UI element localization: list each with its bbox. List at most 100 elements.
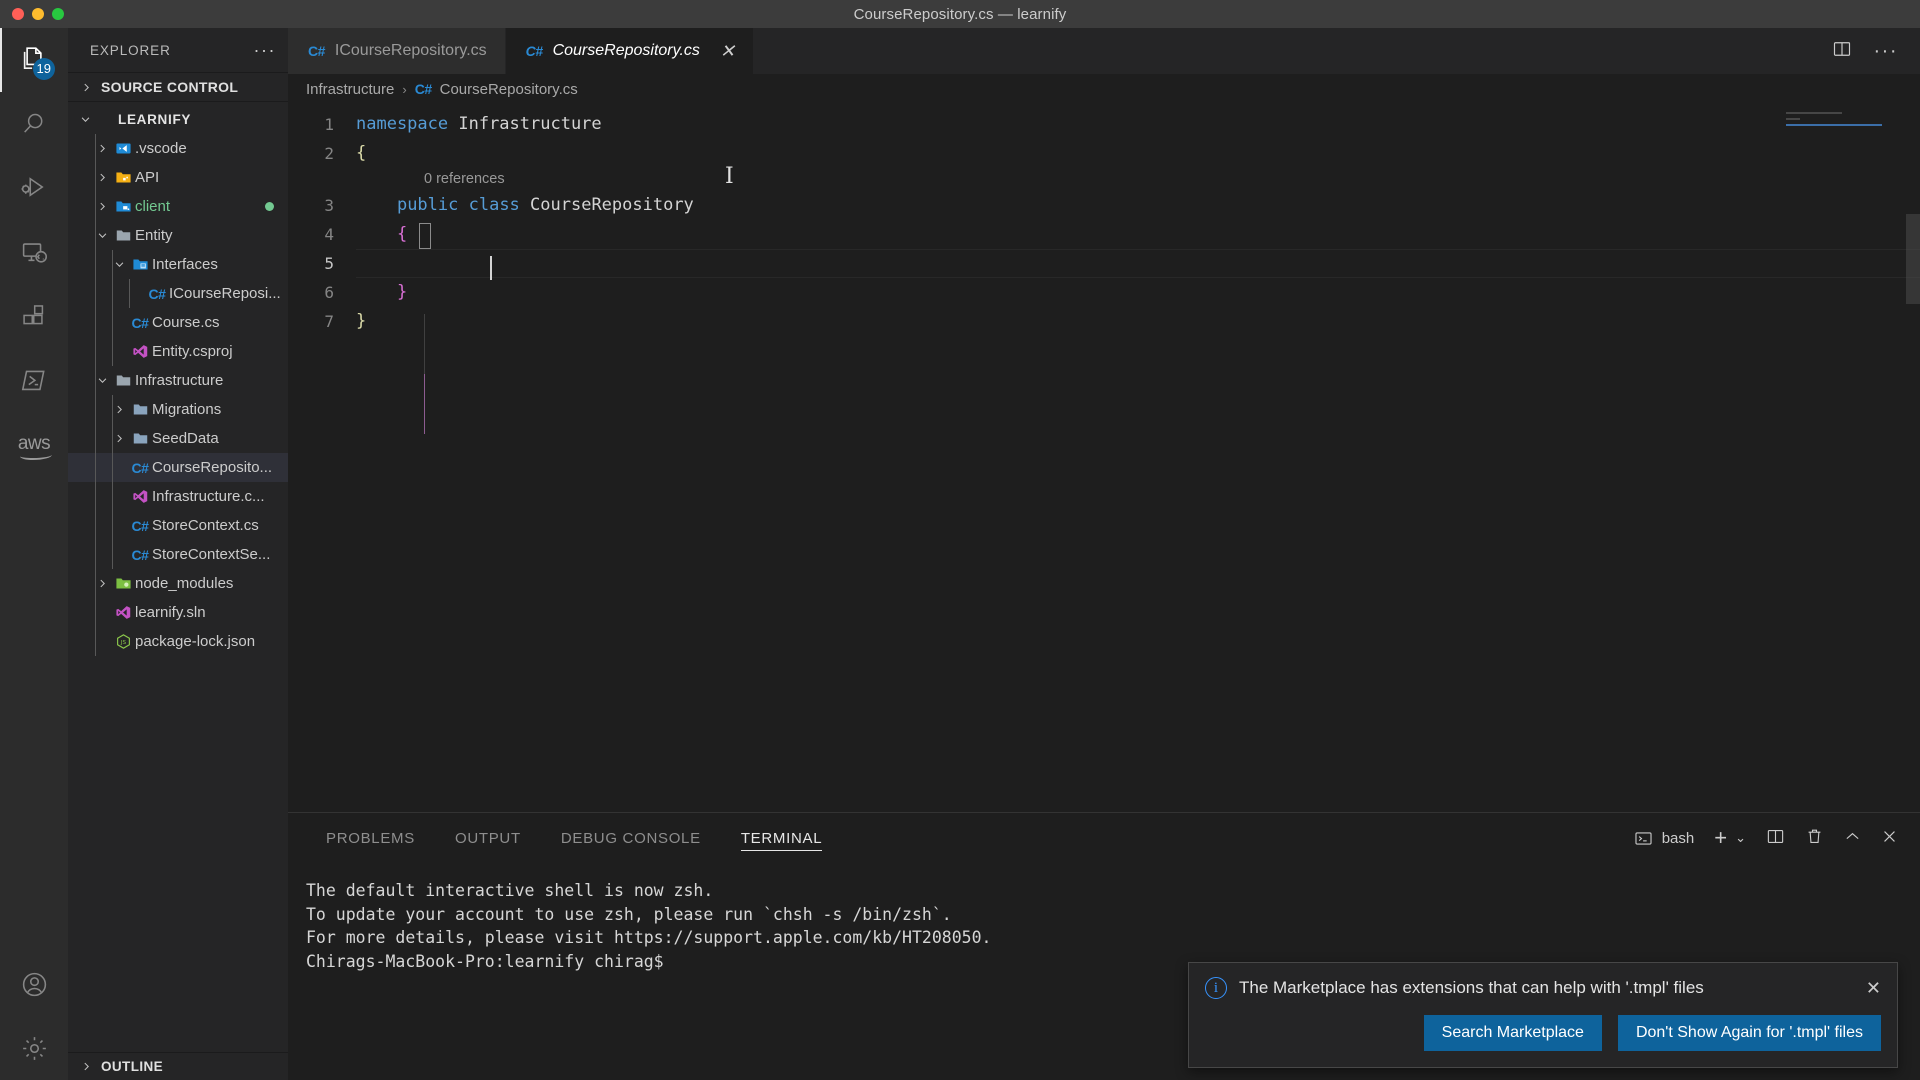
panel-tab-terminal[interactable]: TERMINAL — [721, 813, 842, 863]
tree-item-api[interactable]: API — [68, 163, 288, 192]
code-line-3[interactable]: 3 public class CourseRepository — [288, 191, 1920, 220]
tree-item-coursereposito[interactable]: C# CourseReposito... — [68, 453, 288, 482]
explorer-more-actions-button[interactable]: ··· — [254, 41, 276, 59]
activity-bar-item-explorer[interactable]: 19 — [0, 28, 68, 92]
code-lens-references[interactable]: 0 references — [288, 168, 1920, 191]
activity-bar-item-terminal-profile[interactable] — [0, 348, 68, 412]
activity-bar-item-run-and-debug[interactable] — [0, 156, 68, 220]
interfaces-folder-icon — [128, 256, 152, 273]
window-title: CourseRepository.cs — learnify — [853, 5, 1067, 23]
editor-scrollbar[interactable] — [1906, 214, 1920, 304]
split-editor-icon — [1833, 41, 1850, 56]
tree-item-client[interactable]: client — [68, 192, 288, 221]
code-content[interactable]: 1 namespace Infrastructure 2{0 references 3… — [288, 104, 1920, 336]
search-marketplace-button[interactable]: Search Marketplace — [1423, 1015, 1602, 1051]
code-editor[interactable]: 1 namespace Infrastructure 2{0 references 3… — [288, 104, 1920, 812]
tree-item-infrastructure[interactable]: Infrastructure — [68, 366, 288, 395]
notification-toast: i The Marketplace has extensions that ca… — [1188, 962, 1898, 1068]
line-number: 4 — [324, 225, 334, 244]
nodejs-json-icon: JS — [111, 633, 135, 650]
tree-item-storecontextse[interactable]: C# StoreContextSe... — [68, 540, 288, 569]
editor-area: C# ICourseRepository.cs C# CourseReposit… — [288, 28, 1920, 1080]
active-indent-guide — [424, 374, 425, 434]
code-line-2[interactable]: 2{ — [288, 139, 1920, 168]
notification-close-button[interactable]: ✕ — [1866, 978, 1881, 999]
maximize-panel-button[interactable] — [1844, 828, 1861, 849]
file-tree[interactable]: LEARNIFY .vscode API client Entity Interfaces… — [68, 102, 288, 1052]
code-token: public — [396, 195, 469, 215]
tree-item-node-modules[interactable]: node_modules — [68, 569, 288, 598]
minimap[interactable] — [1786, 112, 1906, 126]
client-folder-icon — [111, 198, 135, 215]
tree-item-infrastructure-c[interactable]: Infrastructure.c... — [68, 482, 288, 511]
tree-item-course-cs[interactable]: C# Course.cs — [68, 308, 288, 337]
kill-terminal-button[interactable] — [1805, 827, 1824, 850]
chevron-down-icon[interactable] — [76, 114, 94, 125]
tree-item-label: Interfaces — [152, 256, 218, 273]
csharp-icon: C# — [131, 459, 149, 476]
tree-item-label: StoreContext.cs — [152, 517, 259, 534]
vscode-folder-icon — [111, 140, 135, 157]
breadcrumb-folder[interactable]: Infrastructure — [306, 81, 394, 98]
line-number: 7 — [324, 312, 334, 331]
search-icon — [24, 113, 43, 133]
panel-tab-problems[interactable]: PROBLEMS — [306, 813, 435, 863]
trash-icon — [1808, 829, 1821, 843]
tree-item-label: SeedData — [152, 430, 219, 447]
remote-icon — [22, 242, 47, 263]
code-line-7[interactable]: 7} — [288, 307, 1920, 336]
tree-item-entity[interactable]: Entity — [68, 221, 288, 250]
tree-item-storecontext-cs[interactable]: C# StoreContext.cs — [68, 511, 288, 540]
indent-guide — [424, 314, 425, 374]
editor-tab-close-button[interactable]: ✕ — [720, 42, 735, 60]
activity-bar-item-aws-toolkit[interactable]: aws — [0, 412, 68, 476]
activity-bar-item-remote-explorer[interactable] — [0, 220, 68, 284]
tree-item-package-lock-json[interactable]: JS package-lock.json — [68, 627, 288, 656]
editor-tab-courserepository[interactable]: C# CourseRepository.cs ✕ — [505, 28, 754, 74]
code-line-text: } — [356, 307, 366, 336]
terminal-dropdown-button[interactable]: ⌄ — [1735, 830, 1746, 846]
close-panel-button[interactable] — [1881, 828, 1898, 849]
code-line-6[interactable]: 6 } — [288, 278, 1920, 307]
outline-section-header[interactable]: OUTLINE — [68, 1052, 288, 1080]
code-line-4[interactable]: 4 { — [288, 220, 1920, 249]
editor-tab-bar: C# ICourseRepository.cs C# CourseReposit… — [288, 28, 1920, 74]
explorer-header: EXPLORER ··· — [68, 28, 288, 72]
split-editor-button[interactable] — [1832, 39, 1852, 64]
api-folder-icon — [111, 169, 135, 186]
source-control-section-header[interactable]: SOURCE CONTROL — [68, 72, 288, 102]
tree-item-entity-csproj[interactable]: Entity.csproj — [68, 337, 288, 366]
split-terminal-button[interactable] — [1766, 827, 1785, 850]
code-token: namespace — [356, 114, 459, 134]
tree-item-interfaces[interactable]: Interfaces — [68, 250, 288, 279]
terminal-shell-selector[interactable]: bash — [1634, 829, 1694, 848]
activity-bar-item-accounts[interactable] — [0, 952, 68, 1016]
csharp-icon: C# — [148, 285, 166, 302]
dont-show-again-button[interactable]: Don't Show Again for '.tmpl' files — [1617, 1015, 1881, 1051]
tree-item-learnify[interactable]: LEARNIFY — [68, 105, 288, 134]
tree-item-vscode[interactable]: .vscode — [68, 134, 288, 163]
editor-tab-icourserepository[interactable]: C# ICourseRepository.cs — [288, 28, 506, 74]
chevron-right-icon: › — [402, 81, 407, 97]
code-line-text: namespace Infrastructure — [356, 110, 602, 139]
tree-item-icoursereposi[interactable]: C# ICourseReposi... — [68, 279, 288, 308]
breadcrumb[interactable]: Infrastructure › C# CourseRepository.cs — [288, 74, 1920, 104]
activity-bar-item-extensions[interactable] — [0, 284, 68, 348]
tree-item-migrations[interactable]: Migrations — [68, 395, 288, 424]
chevron-right-icon — [77, 1061, 95, 1072]
tree-item-label: Migrations — [152, 401, 222, 418]
code-line-1[interactable]: 1 namespace Infrastructure — [288, 110, 1920, 139]
activity-bar-item-search[interactable] — [0, 92, 68, 156]
tree-item-learnify-sln[interactable]: learnify.sln — [68, 598, 288, 627]
code-line-5[interactable]: 5 — [288, 249, 1920, 278]
editor-more-actions-button[interactable]: ··· — [1874, 41, 1898, 61]
folder-open-icon — [111, 372, 135, 389]
activity-bar-item-manage[interactable] — [0, 1016, 68, 1080]
panel-tab-output[interactable]: OUTPUT — [435, 813, 541, 863]
tree-item-label: Course.cs — [152, 314, 220, 331]
panel-tab-debug-console[interactable]: DEBUG CONSOLE — [541, 813, 721, 863]
new-terminal-button[interactable]: + — [1714, 827, 1727, 849]
breadcrumb-file[interactable]: CourseRepository.cs — [440, 81, 578, 98]
text-cursor — [490, 256, 492, 280]
tree-item-seeddata[interactable]: SeedData — [68, 424, 288, 453]
